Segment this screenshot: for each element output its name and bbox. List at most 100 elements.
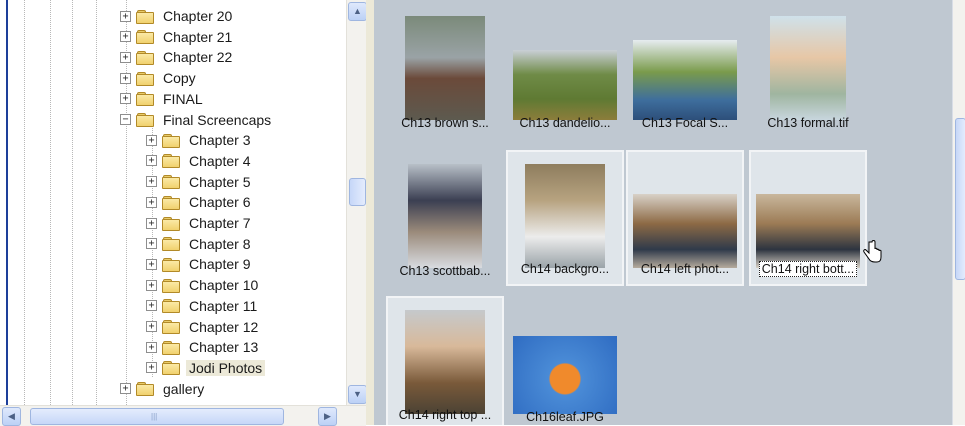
thumbnail-item[interactable]: Ch14 right bott...	[749, 150, 867, 286]
tree-node[interactable]: + Chapter 13	[146, 337, 261, 357]
tree-node[interactable]: − Final Screencaps	[120, 110, 274, 130]
thumbnail-caption-text: Ch13 dandelio...	[519, 116, 611, 130]
folder-icon	[136, 71, 154, 86]
expander-icon[interactable]: +	[146, 238, 157, 250]
thumbnail-image[interactable]	[525, 164, 605, 268]
thumbnail-item[interactable]: Ch13 brown s...	[386, 2, 504, 138]
thumbnail-caption: Ch13 scottbab...	[386, 264, 504, 278]
thumbnail-caption-text: Ch16leaf.JPG	[526, 410, 604, 424]
expander-icon[interactable]: +	[120, 10, 131, 22]
tree-node-label: Chapter 10	[189, 277, 259, 294]
expander-icon[interactable]: +	[146, 341, 157, 353]
tree-node[interactable]: + Chapter 3	[146, 130, 253, 150]
thumbnail-item[interactable]: Ch13 dandelio...	[506, 2, 624, 138]
thumbnail-item[interactable]: Ch16leaf.JPG	[506, 296, 624, 425]
tree-node[interactable]: + Chapter 6	[146, 192, 253, 212]
scrollbar-thumb[interactable]	[349, 178, 366, 206]
expander-icon[interactable]: +	[146, 155, 157, 167]
expander-icon[interactable]: +	[146, 258, 157, 270]
folder-icon	[136, 50, 154, 65]
tree-node-label: Chapter 4	[189, 152, 251, 169]
tree-node[interactable]: + Jodi Photos	[146, 358, 266, 378]
thumbnail-caption-text: Ch14 left phot...	[640, 262, 730, 276]
thumbnail-image[interactable]	[513, 336, 617, 414]
thumbnail-image[interactable]	[633, 40, 737, 120]
expander-icon[interactable]: +	[120, 93, 131, 105]
tree-node-label: Chapter 21	[163, 28, 233, 45]
thumbnail-image[interactable]	[756, 194, 860, 268]
scroll-left-button[interactable]: ◀	[2, 407, 21, 426]
thumbnail-item[interactable]: Ch14 backgro...	[506, 150, 624, 286]
thumbnail-image[interactable]	[513, 50, 617, 120]
tree-node-label: gallery	[163, 380, 205, 397]
folder-tree: + Chapter 20 + Chapter 21 + Chapter 22 + Copy + F…	[0, 0, 346, 405]
folder-icon	[162, 257, 180, 272]
expander-icon[interactable]: +	[120, 383, 131, 395]
thumbnail-item[interactable]: Ch14 left phot...	[626, 150, 744, 286]
tree-node[interactable]: + Chapter 5	[146, 172, 253, 192]
pane-splitter[interactable]	[366, 0, 374, 405]
expander-icon[interactable]: +	[120, 72, 131, 84]
scrollbar-thumb[interactable]	[955, 118, 965, 280]
tree-node[interactable]: + Chapter 10	[146, 275, 261, 295]
scroll-up-button[interactable]: ▲	[348, 2, 367, 21]
thumbnail-image[interactable]	[405, 16, 485, 120]
expander-icon[interactable]: +	[146, 196, 157, 208]
expander-icon[interactable]: +	[120, 51, 131, 63]
thumbnail-caption-text: Ch13 brown s...	[401, 116, 489, 130]
thumbnail-image[interactable]	[408, 164, 482, 268]
scroll-right-button[interactable]: ▶	[318, 407, 337, 426]
tree-horizontal-scrollbar[interactable]: ◀ ||| ▶	[0, 405, 366, 426]
thumbnail-caption-text: Ch13 scottbab...	[399, 264, 491, 278]
thumbnail-item[interactable]: Ch13 scottbab...	[386, 150, 504, 286]
folder-icon	[162, 299, 180, 314]
expander-icon[interactable]: +	[146, 362, 157, 374]
tree-node[interactable]: + Chapter 22	[120, 47, 235, 67]
tree-node[interactable]: + Chapter 7	[146, 213, 253, 233]
tree-node[interactable]: + Chapter 12	[146, 317, 261, 337]
tree-guide-line	[96, 0, 97, 405]
tree-node[interactable]: + FINAL	[120, 89, 206, 109]
folder-icon	[136, 113, 154, 127]
scroll-down-button[interactable]: ▼	[348, 385, 367, 404]
folder-icon	[162, 216, 180, 231]
thumbnail-image[interactable]	[633, 194, 737, 268]
thumbnail-item[interactable]: Ch14 right top ...	[386, 296, 504, 425]
thumbnail-caption-text: Ch14 right bott...	[758, 261, 858, 277]
expander-icon[interactable]: +	[146, 300, 157, 312]
tree-node[interactable]: + Chapter 4	[146, 151, 253, 171]
tree-guide-line	[72, 0, 73, 405]
expander-icon[interactable]: +	[146, 176, 157, 188]
thumbnail-caption-text: Ch14 backgro...	[520, 262, 610, 276]
expander-icon[interactable]: +	[146, 279, 157, 291]
thumbnail-caption: Ch14 left phot...	[628, 262, 742, 276]
scrollbar-thumb-horizontal[interactable]: |||	[30, 408, 284, 425]
tree-vertical-scrollbar[interactable]: ▲ ▼	[346, 0, 367, 405]
thumbnail-caption: Ch13 dandelio...	[506, 116, 624, 130]
tree-node[interactable]: + Chapter 8	[146, 234, 253, 254]
tree-node-label: Chapter 13	[189, 339, 259, 356]
tree-node[interactable]: + Chapter 9	[146, 254, 253, 274]
tree-node-label: FINAL	[163, 90, 203, 107]
expander-icon[interactable]: +	[146, 217, 157, 229]
tree-node[interactable]: + Chapter 20	[120, 6, 235, 26]
folder-icon	[162, 195, 180, 210]
tree-node-label: Chapter 3	[189, 132, 251, 149]
tree-node[interactable]: + gallery	[120, 379, 207, 399]
folder-icon	[162, 154, 180, 169]
expander-icon[interactable]: +	[120, 31, 131, 43]
expander-icon[interactable]: +	[146, 321, 157, 332]
expander-icon[interactable]: +	[146, 134, 157, 146]
thumbnail-image[interactable]	[405, 310, 485, 414]
tree-node[interactable]: + Copy	[120, 68, 199, 88]
tree-node[interactable]: + Chapter 11	[146, 296, 260, 316]
tree-node-label: Chapter 8	[189, 235, 251, 252]
chevron-right-icon: ▶	[324, 411, 331, 421]
expander-icon[interactable]: −	[120, 114, 131, 125]
folder-icon	[136, 9, 154, 24]
thumbnail-item[interactable]: Ch13 Focal S...	[626, 2, 744, 138]
thumbnail-image[interactable]	[770, 16, 846, 120]
tree-node[interactable]: + Chapter 21	[120, 27, 235, 47]
thumbnail-vertical-scrollbar[interactable]	[952, 0, 965, 425]
thumbnail-item[interactable]: Ch13 formal.tif	[749, 2, 867, 138]
